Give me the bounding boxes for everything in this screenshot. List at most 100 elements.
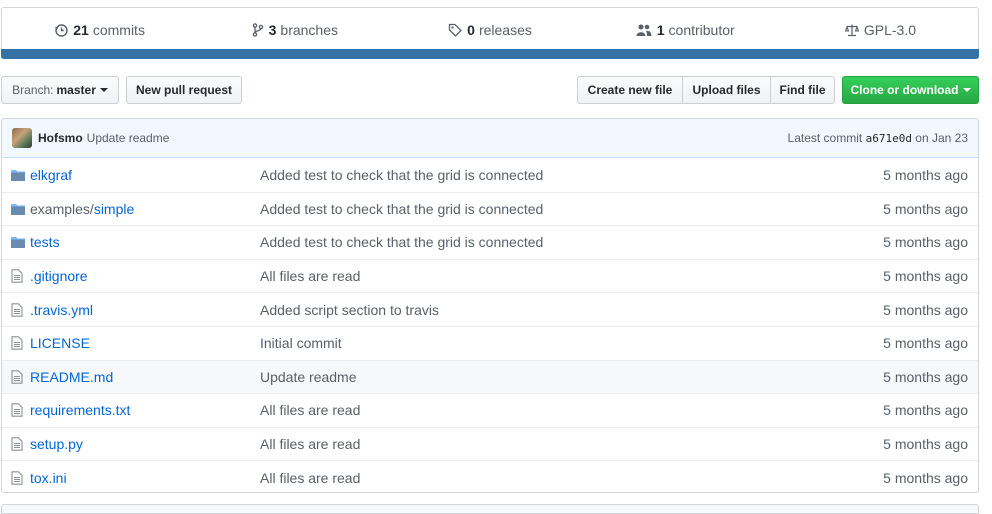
caret-down-icon	[99, 88, 108, 92]
branch-value: master	[56, 83, 96, 97]
branch-select-button[interactable]: Branch: master	[1, 76, 119, 104]
commit-age: 5 months ago	[883, 301, 968, 318]
commit-message-link[interactable]: Update readme	[260, 369, 978, 385]
file-icon	[11, 336, 23, 351]
table-row[interactable]: tests Added test to check that the grid i…	[2, 225, 978, 259]
clone-or-download-button[interactable]: Clone or download	[842, 76, 979, 104]
new-pull-request-button[interactable]: New pull request	[126, 76, 242, 104]
find-file-button[interactable]: Find file	[770, 76, 835, 104]
releases-link[interactable]: 0 releases	[392, 22, 587, 38]
row-icon	[2, 370, 30, 384]
readme-header	[1, 504, 979, 514]
commit-message-link[interactable]: All files are read	[260, 436, 978, 452]
releases-label: releases	[478, 22, 532, 38]
file-name[interactable]: elkgraf	[30, 167, 72, 183]
file-name-link[interactable]: examples/simple	[30, 201, 260, 217]
file-name[interactable]: LICENSE	[30, 335, 90, 351]
commit-age: 5 months ago	[883, 436, 968, 453]
commit-age: 5 months ago	[883, 268, 968, 285]
commit-message[interactable]: Update readme	[87, 131, 170, 145]
file-name[interactable]: tests	[30, 234, 60, 250]
folder-icon	[11, 237, 25, 249]
upload-files-button[interactable]: Upload files	[682, 76, 771, 104]
commits-link[interactable]: 21 commits	[2, 22, 197, 38]
file-name-link[interactable]: LICENSE	[30, 335, 260, 351]
file-table: Hofsmo Update readme Latest commit a671e…	[1, 118, 979, 493]
branches-label: branches	[280, 22, 338, 38]
commit-message-link[interactable]: Added test to check that the grid is con…	[260, 167, 978, 183]
table-row[interactable]: setup.py All files are read 5 months ago	[2, 426, 978, 461]
branches-count: 3	[268, 22, 277, 38]
file-name[interactable]: setup.py	[30, 436, 83, 452]
commit-date: on Jan 23	[915, 131, 968, 145]
file-name-link[interactable]: requirements.txt	[30, 402, 260, 418]
table-row[interactable]: tox.ini All files are read 5 months ago	[2, 460, 978, 492]
file-name[interactable]: tox.ini	[30, 470, 67, 486]
file-name-link[interactable]: tox.ini	[30, 470, 260, 486]
table-row[interactable]: elkgraf Added test to check that the grid…	[2, 158, 978, 192]
row-icon	[2, 336, 30, 351]
commit-message-link[interactable]: All files are read	[260, 470, 978, 486]
folder-icon	[11, 203, 25, 215]
row-icon	[2, 403, 30, 418]
commit-author[interactable]: Hofsmo	[38, 131, 83, 145]
commit-message-link[interactable]: Initial commit	[260, 335, 978, 351]
path-prefix[interactable]: examples/	[30, 201, 94, 217]
table-row[interactable]: .travis.yml Added script section to travi…	[2, 292, 978, 326]
row-icon	[2, 236, 30, 249]
row-icon	[2, 437, 30, 451]
file-name[interactable]: .travis.yml	[30, 302, 93, 318]
license-link[interactable]: GPL-3.0	[783, 22, 978, 38]
branch-label: Branch:	[12, 83, 54, 97]
row-icon	[2, 203, 30, 215]
file-icon	[11, 370, 23, 384]
row-icon	[2, 302, 30, 317]
contributors-count: 1	[656, 22, 665, 38]
tag-icon	[448, 23, 463, 37]
git-branch-icon	[252, 23, 263, 37]
file-icon	[11, 302, 23, 317]
caret-down-icon	[962, 88, 971, 92]
people-icon	[636, 24, 652, 36]
file-icon	[11, 470, 23, 485]
file-name[interactable]: .gitignore	[30, 268, 88, 284]
table-row[interactable]: README.md Update readme 5 months ago	[2, 359, 978, 394]
commit-age: 5 months ago	[883, 402, 968, 419]
law-icon	[844, 24, 859, 37]
commit-message-link[interactable]: Added test to check that the grid is con…	[260, 234, 978, 250]
latest-commit-prefix: Latest commit	[787, 131, 863, 145]
language-bar	[1, 49, 979, 59]
row-icon	[2, 169, 30, 181]
file-name[interactable]: README.md	[30, 369, 113, 385]
table-row[interactable]: requirements.txt All files are read 5 mont…	[2, 393, 978, 427]
file-name-link[interactable]: .travis.yml	[30, 302, 260, 318]
file-name-link[interactable]: .gitignore	[30, 268, 260, 284]
file-name[interactable]: requirements.txt	[30, 402, 130, 418]
file-list: elkgraf Added test to check that the grid…	[2, 158, 978, 492]
file-name-link[interactable]: elkgraf	[30, 167, 260, 183]
file-name-link[interactable]: tests	[30, 234, 260, 250]
file-name-link[interactable]: setup.py	[30, 436, 260, 452]
commit-age: 5 months ago	[883, 469, 968, 486]
contributors-label: contributor	[668, 22, 735, 38]
commit-message-link[interactable]: All files are read	[260, 268, 978, 284]
table-row[interactable]: LICENSE Initial commit 5 months ago	[2, 325, 978, 360]
file-name[interactable]: simple	[94, 201, 134, 217]
commit-sha[interactable]: a671e0d	[866, 132, 912, 145]
file-name-link[interactable]: README.md	[30, 369, 260, 385]
latest-commit-info: Latest commit a671e0d on Jan 23	[788, 131, 968, 145]
file-icon	[11, 403, 23, 418]
create-new-file-button[interactable]: Create new file	[577, 76, 683, 104]
folder-icon	[11, 169, 25, 181]
license-label: GPL-3.0	[863, 22, 916, 38]
commit-message-link[interactable]: Added test to check that the grid is con…	[260, 201, 978, 217]
commit-message-link[interactable]: Added script section to travis	[260, 302, 978, 318]
table-row[interactable]: .gitignore All files are read 5 months ago	[2, 258, 978, 293]
contributors-link[interactable]: 1 contributor	[588, 22, 783, 38]
commit-age: 5 months ago	[883, 368, 968, 385]
commit-age: 5 months ago	[883, 200, 968, 217]
avatar[interactable]	[12, 128, 32, 148]
branches-link[interactable]: 3 branches	[197, 22, 392, 38]
table-row[interactable]: examples/simple Added test to check that …	[2, 191, 978, 226]
commit-message-link[interactable]: All files are read	[260, 402, 978, 418]
